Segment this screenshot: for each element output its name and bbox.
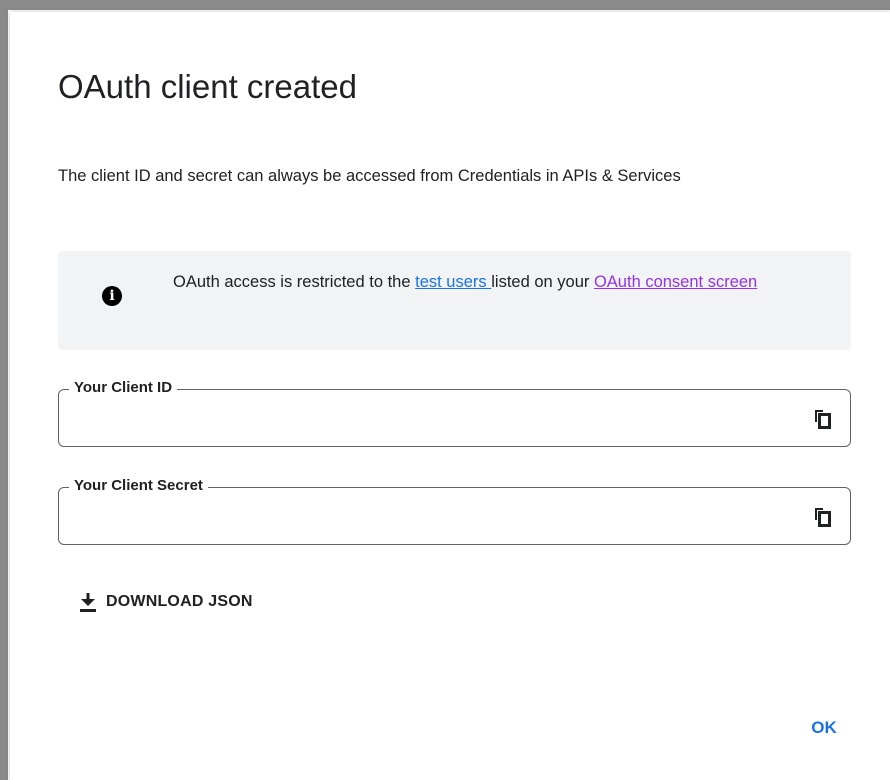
- download-icon: [80, 593, 96, 612]
- client-id-field[interactable]: Your Client ID: [58, 378, 851, 447]
- dialog-title: OAuth client created: [58, 68, 357, 105]
- client-secret-input[interactable]: [73, 500, 797, 534]
- client-secret-field[interactable]: Your Client Secret: [58, 476, 851, 545]
- oauth-client-created-dialog: OAuth client created The client ID and s…: [10, 12, 890, 780]
- info-notice: i OAuth access is restricted to the test…: [58, 251, 851, 350]
- copy-client-secret-button[interactable]: [812, 506, 832, 528]
- copy-icon: [815, 508, 831, 527]
- client-id-input[interactable]: [73, 402, 797, 436]
- dialog-description: The client ID and secret can always be a…: [58, 167, 681, 185]
- copy-icon: [815, 410, 831, 429]
- info-icon: i: [102, 286, 122, 306]
- oauth-consent-screen-link[interactable]: OAuth consent screen: [594, 273, 757, 291]
- notice-text: OAuth access is restricted to the test u…: [173, 266, 823, 298]
- notice-text-middle: listed on your: [491, 273, 594, 291]
- ok-button[interactable]: OK: [800, 710, 848, 746]
- notice-text-before: OAuth access is restricted to the: [173, 273, 416, 291]
- client-id-label: Your Client ID: [69, 378, 178, 398]
- copy-client-id-button[interactable]: [812, 408, 832, 430]
- download-json-label: DOWNLOAD JSON: [106, 593, 253, 610]
- test-users-link[interactable]: test users: [415, 273, 491, 291]
- download-json-button[interactable]: DOWNLOAD JSON: [78, 584, 253, 620]
- backdrop-edge-top: [0, 0, 890, 10]
- client-secret-label: Your Client Secret: [69, 476, 208, 496]
- backdrop-edge-left: [0, 0, 8, 780]
